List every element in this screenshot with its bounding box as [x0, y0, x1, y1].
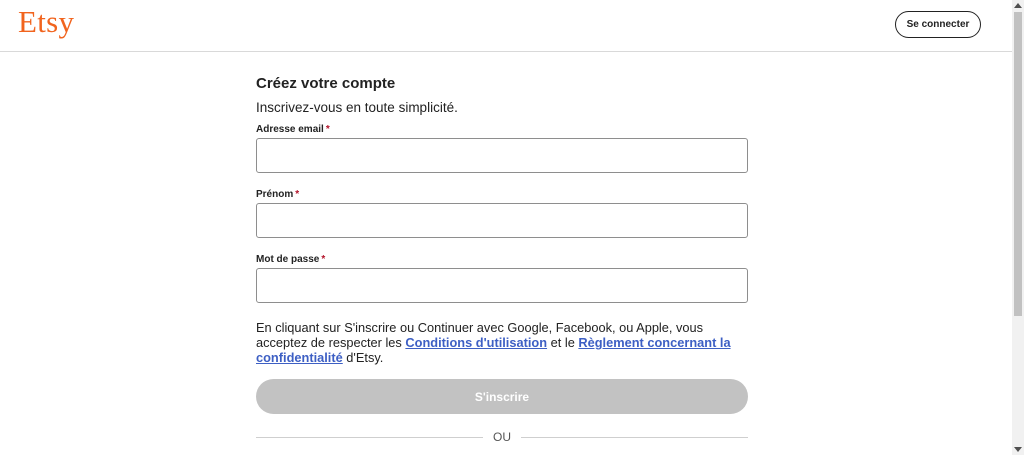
firstname-field[interactable]	[256, 203, 748, 238]
chevron-up-icon[interactable]	[1014, 3, 1022, 8]
firstname-label-text: Prénom	[256, 189, 294, 200]
signup-form: Créez votre compte Inscrivez-vous en tou…	[256, 0, 748, 455]
divider-line-left	[256, 436, 483, 438]
or-divider: OU	[256, 430, 748, 444]
scrollbar-thumb[interactable]	[1014, 12, 1022, 316]
divider-text: OU	[493, 430, 511, 444]
required-mark: *	[325, 124, 330, 135]
etsy-logo[interactable]: Etsy	[18, 5, 74, 39]
email-field[interactable]	[256, 138, 748, 173]
required-mark: *	[295, 189, 300, 200]
required-mark: *	[321, 254, 326, 265]
password-label-text: Mot de passe	[256, 254, 320, 265]
page-title: Créez votre compte	[256, 75, 396, 92]
signup-submit-button[interactable]: S'inscrire	[256, 379, 748, 414]
terms-link[interactable]: Conditions d'utilisation	[405, 335, 547, 350]
firstname-label: Prénom *	[256, 189, 299, 201]
email-label: Adresse email *	[256, 124, 330, 136]
divider-line-right	[521, 436, 748, 438]
legal-text-after: d'Etsy.	[342, 350, 384, 365]
email-label-text: Adresse email	[256, 124, 324, 135]
signup-page: Etsy Se connecter Créez votre compte Ins…	[0, 0, 1024, 455]
password-label: Mot de passe *	[256, 254, 325, 266]
signin-button[interactable]: Se connecter	[895, 11, 981, 38]
legal-text-middle: et le	[547, 335, 579, 350]
page-scrollbar[interactable]	[1012, 0, 1024, 455]
page-subtitle: Inscrivez-vous en toute simplicité.	[256, 100, 458, 115]
chevron-down-icon[interactable]	[1014, 447, 1022, 452]
password-field[interactable]	[256, 268, 748, 303]
legal-notice: En cliquant sur S'inscrire ou Continuer …	[256, 320, 748, 365]
